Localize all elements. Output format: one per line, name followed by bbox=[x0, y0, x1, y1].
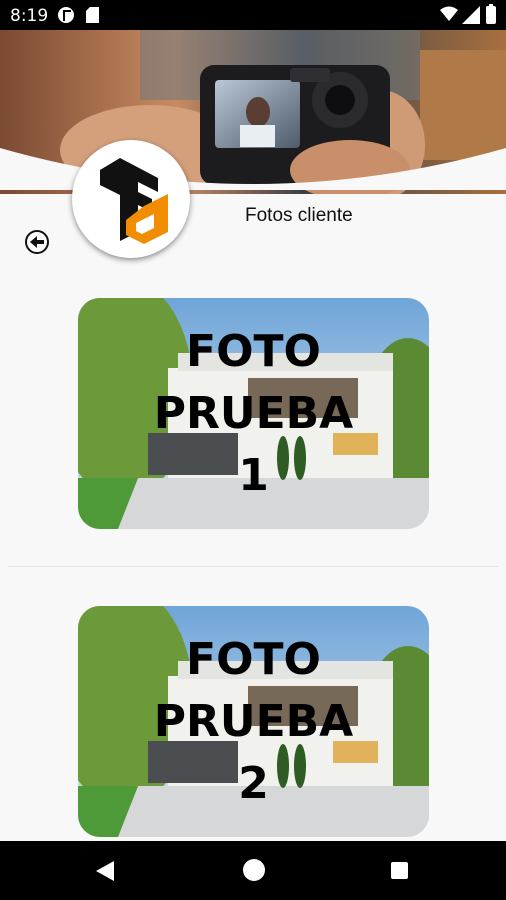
back-triangle-icon[interactable] bbox=[96, 861, 114, 881]
photo-caption-line3: 1 bbox=[238, 450, 269, 501]
photo-caption-line1: FOTO bbox=[186, 634, 321, 685]
battery-icon bbox=[486, 4, 496, 24]
page-title: Fotos cliente bbox=[245, 205, 353, 226]
app-notification-icon bbox=[58, 7, 74, 23]
back-button[interactable] bbox=[25, 230, 49, 254]
home-circle-icon[interactable] bbox=[243, 859, 265, 881]
photo-caption-line2: PRUEBA bbox=[153, 696, 354, 747]
photo-card[interactable]: FOTO PRUEBA 1 bbox=[78, 298, 429, 529]
photo-caption-line3: 2 bbox=[238, 758, 269, 809]
fd-logo-icon bbox=[100, 158, 168, 244]
photo-caption-line2: PRUEBA bbox=[153, 388, 354, 439]
list-divider bbox=[8, 566, 498, 567]
arrow-left-circle-icon bbox=[30, 236, 44, 248]
wifi-icon bbox=[440, 6, 458, 21]
brand-logo bbox=[72, 140, 190, 258]
status-bar: 8:19 bbox=[0, 0, 506, 30]
photo-caption-line1: FOTO bbox=[186, 326, 321, 377]
recents-square-icon[interactable] bbox=[391, 862, 408, 879]
status-time: 8:19 bbox=[10, 6, 49, 26]
sd-card-icon bbox=[86, 7, 99, 23]
system-nav-bar bbox=[0, 841, 506, 900]
photo-card[interactable]: FOTO PRUEBA 2 bbox=[78, 606, 429, 837]
signal-icon bbox=[462, 6, 480, 24]
